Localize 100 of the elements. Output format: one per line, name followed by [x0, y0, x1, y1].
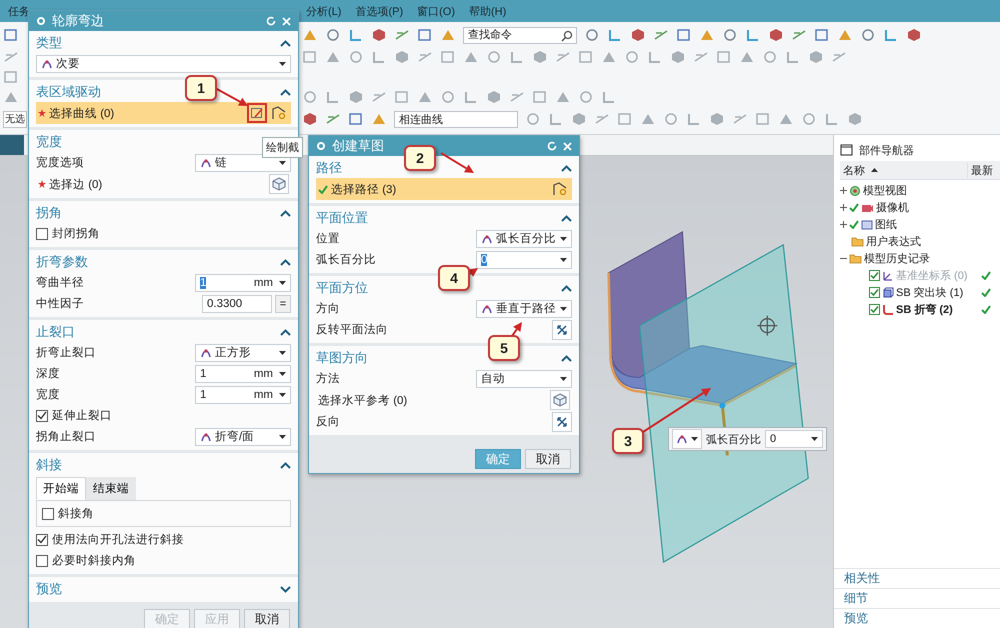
tool-icon[interactable]: [571, 111, 587, 127]
tool-icon[interactable]: [801, 111, 817, 127]
section-header[interactable]: 表区域驱动: [36, 83, 101, 101]
tool-icon[interactable]: [417, 27, 433, 43]
checkbox[interactable]: [36, 534, 48, 546]
tool-icon[interactable]: [824, 111, 840, 127]
tool-icon[interactable]: [762, 49, 778, 65]
tree-item-label[interactable]: 模型视图: [863, 183, 907, 198]
tool-icon[interactable]: [607, 27, 623, 43]
checkbox[interactable]: [869, 287, 880, 298]
chevron-up-icon[interactable]: [280, 88, 291, 96]
tool-icon[interactable]: [348, 49, 364, 65]
tool-icon[interactable]: [302, 111, 318, 127]
section-header[interactable]: 拐角: [36, 204, 62, 222]
section-header[interactable]: 宽度: [36, 133, 62, 151]
tool-icon[interactable]: [578, 89, 594, 105]
reverse-button[interactable]: [552, 320, 572, 340]
tool-icon[interactable]: [394, 89, 410, 105]
tool-icon[interactable]: [755, 111, 771, 127]
checkbox[interactable]: [36, 228, 48, 240]
chevron-up-icon[interactable]: [280, 258, 291, 266]
chevron-up-icon[interactable]: [280, 210, 291, 216]
collapse-icon[interactable]: [840, 255, 847, 262]
dropdown[interactable]: 弧长百分比: [476, 230, 572, 248]
dropdown[interactable]: 自动: [476, 370, 572, 388]
chevron-up-icon[interactable]: [561, 164, 572, 172]
selection-step[interactable]: 选择路径 (3): [316, 178, 572, 200]
section-header[interactable]: 止裂口: [36, 323, 75, 341]
selection-step[interactable]: 选择曲线 (0): [36, 102, 291, 124]
tool-icon[interactable]: [463, 89, 479, 105]
column-header[interactable]: 最新: [967, 162, 1000, 178]
tool-icon[interactable]: [325, 27, 341, 43]
tool-icon[interactable]: [860, 27, 876, 43]
selection-label[interactable]: 选择水平参考 (0): [318, 392, 408, 408]
chevron-up-icon[interactable]: [561, 284, 572, 292]
tool-icon[interactable]: [647, 49, 663, 65]
menu-item[interactable]: 任务: [8, 4, 30, 18]
tool-icon[interactable]: [709, 111, 725, 127]
tool-icon[interactable]: [3, 69, 19, 85]
chevron-up-icon[interactable]: [561, 354, 572, 362]
tool-icon[interactable]: [371, 49, 387, 65]
chevron-up-icon[interactable]: [280, 328, 291, 336]
tool-icon[interactable]: [325, 89, 341, 105]
chevron-up-icon[interactable]: [280, 462, 291, 468]
tool-icon[interactable]: [302, 89, 318, 105]
tool-icon[interactable]: [348, 111, 364, 127]
tool-icon[interactable]: [440, 89, 456, 105]
menu-item[interactable]: 窗口(O): [417, 4, 456, 18]
reset-icon[interactable]: [547, 141, 557, 151]
selection-label[interactable]: 选择边 (0): [49, 176, 102, 192]
column-header[interactable]: 名称: [840, 162, 967, 178]
checkbox[interactable]: [36, 410, 48, 422]
dropdown[interactable]: 正方形: [195, 344, 291, 362]
tool-icon[interactable]: [578, 49, 594, 65]
dialog-button[interactable]: 取消: [244, 609, 290, 628]
tool-icon[interactable]: [348, 27, 364, 43]
tool-icon[interactable]: [486, 49, 502, 65]
close-icon[interactable]: [282, 16, 291, 26]
tool-icon[interactable]: [548, 111, 564, 127]
expand-icon[interactable]: [840, 187, 847, 194]
expand-icon[interactable]: [840, 204, 847, 211]
tree-item-label[interactable]: 摄像机: [876, 200, 909, 215]
tool-icon[interactable]: [532, 89, 548, 105]
menu-item[interactable]: 分析(L): [306, 4, 342, 18]
curve-rule-dropdown[interactable]: 相连曲线: [394, 110, 518, 128]
reverse-button[interactable]: [552, 412, 572, 432]
tool-icon[interactable]: [670, 49, 686, 65]
dialog-button[interactable]: 取消: [525, 449, 571, 469]
section-header[interactable]: 预览: [36, 580, 62, 598]
expand-icon[interactable]: [840, 221, 847, 228]
tool-icon[interactable]: [617, 111, 633, 127]
tool-icon[interactable]: [722, 27, 738, 43]
tool-icon[interactable]: [440, 49, 456, 65]
tool-button[interactable]: [247, 103, 267, 123]
tool-icon[interactable]: [601, 89, 617, 105]
dropdown[interactable]: 链: [195, 154, 291, 172]
number-field[interactable]: 0.3300: [202, 294, 272, 312]
search-icon[interactable]: [561, 30, 573, 42]
section-header[interactable]: 平面位置: [316, 209, 368, 227]
tool-icon[interactable]: [663, 111, 679, 127]
number-field[interactable]: 1 mm: [195, 364, 291, 382]
tool-icon[interactable]: [785, 49, 801, 65]
tool-icon[interactable]: [584, 27, 600, 43]
section-header[interactable]: 草图方向: [316, 349, 368, 367]
tool-icon[interactable]: [624, 49, 640, 65]
tool-icon[interactable]: [509, 49, 525, 65]
section-header[interactable]: 路径: [316, 159, 342, 177]
selection-label[interactable]: 选择路径 (3): [331, 182, 396, 196]
tool-icon[interactable]: [814, 27, 830, 43]
dropdown[interactable]: 次要: [36, 54, 291, 72]
panel-header[interactable]: 细节: [844, 590, 868, 607]
section-header[interactable]: 斜接: [36, 456, 62, 474]
tool-icon[interactable]: [394, 49, 410, 65]
tool-icon[interactable]: [883, 27, 899, 43]
number-field[interactable]: 1 mm: [195, 386, 291, 404]
selection-filter-dropdown[interactable]: 无选: [3, 110, 27, 128]
tool-icon[interactable]: [768, 27, 784, 43]
section-header[interactable]: 平面方位: [316, 279, 368, 297]
tool-icon[interactable]: [3, 27, 19, 43]
checkbox[interactable]: [869, 304, 880, 315]
